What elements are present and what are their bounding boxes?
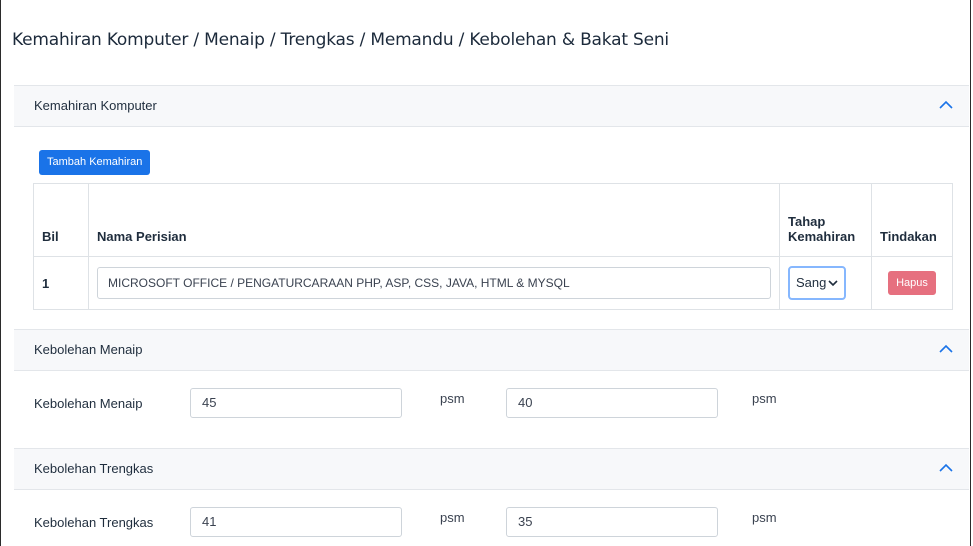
shorthand-speed-input-1[interactable]: 41	[190, 507, 402, 537]
software-name-input[interactable]: MICROSOFT OFFICE / PENGATURCARAAN PHP, A…	[97, 267, 771, 299]
column-header-bil: Bil	[33, 183, 89, 257]
shorthand-speed-input-2[interactable]: 35	[506, 507, 718, 537]
skill-level-cell: Sang	[779, 256, 872, 310]
section-header-komputer[interactable]: Kemahiran Komputer	[14, 85, 969, 127]
table-row: 1 MICROSOFT OFFICE / PENGATURCARAAN PHP,…	[33, 256, 953, 310]
shorthand-unit-2: psm	[752, 510, 777, 525]
chevron-up-icon[interactable]	[939, 100, 953, 110]
typing-speed-input-2[interactable]: 40	[506, 388, 718, 418]
row-bil: 1	[33, 256, 89, 310]
chevron-up-icon[interactable]	[939, 344, 953, 354]
chevron-up-icon[interactable]	[939, 463, 953, 473]
section-header-menaip[interactable]: Kebolehan Menaip	[14, 329, 969, 371]
section-title-menaip: Kebolehan Menaip	[34, 342, 143, 357]
section-title-komputer: Kemahiran Komputer	[34, 98, 157, 113]
chevron-down-icon	[828, 280, 838, 287]
section-title-trengkas: Kebolehan Trengkas	[34, 461, 154, 476]
column-header-tindakan: Tindakan	[871, 183, 953, 257]
typing-unit-1: psm	[440, 391, 465, 406]
skills-table: Bil Nama Perisian Tahap Kemahiran Tindak…	[33, 183, 953, 310]
action-cell: Hapus	[871, 256, 953, 310]
section-header-trengkas[interactable]: Kebolehan Trengkas	[14, 448, 969, 490]
column-header-nama: Nama Perisian	[88, 183, 780, 257]
add-skill-button[interactable]: Tambah Kemahiran	[39, 150, 151, 175]
shorthand-unit-1: psm	[440, 510, 465, 525]
column-header-tahap: Tahap Kemahiran	[779, 183, 872, 257]
typing-unit-2: psm	[752, 391, 777, 406]
page-title: Kemahiran Komputer / Menaip / Trengkas /…	[12, 30, 669, 50]
table-header-row: Bil Nama Perisian Tahap Kemahiran Tindak…	[33, 183, 953, 257]
skill-level-value: Sang	[796, 275, 827, 290]
software-name-cell: MICROSOFT OFFICE / PENGATURCARAAN PHP, A…	[88, 256, 780, 310]
typing-label: Kebolehan Menaip	[34, 396, 143, 411]
skill-level-select[interactable]: Sang	[788, 266, 846, 300]
shorthand-label: Kebolehan Trengkas	[34, 515, 154, 530]
delete-button[interactable]: Hapus	[888, 271, 936, 295]
typing-speed-input-1[interactable]: 45	[190, 388, 402, 418]
